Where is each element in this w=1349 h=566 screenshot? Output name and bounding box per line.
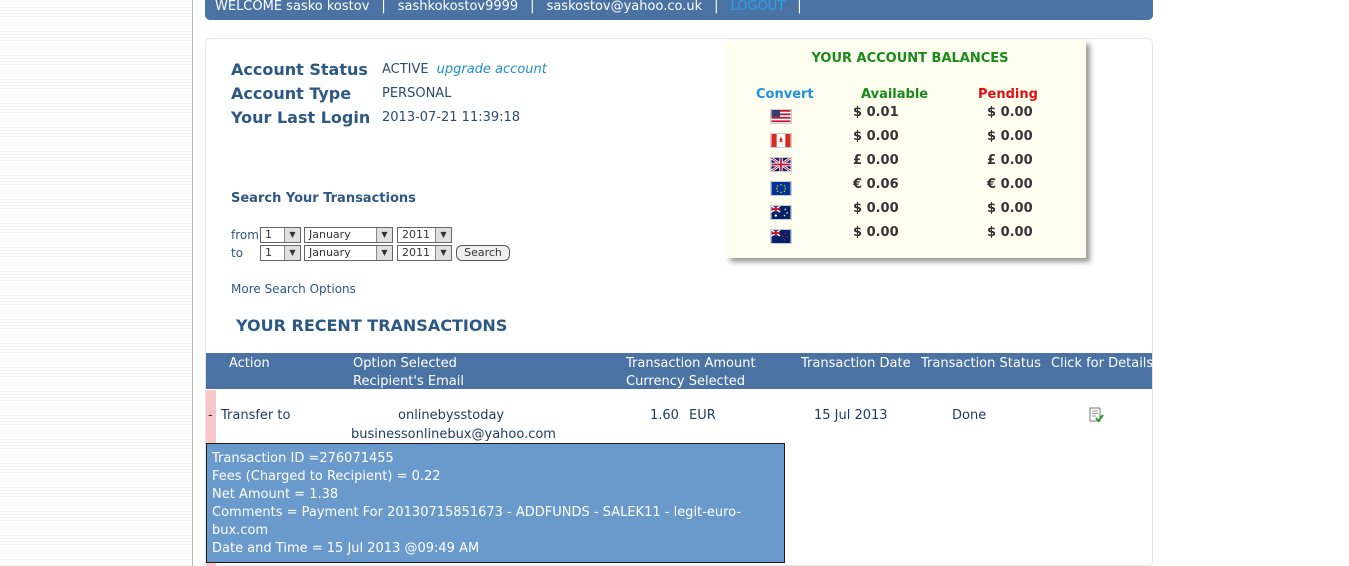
to-day-value: 1 — [265, 246, 272, 259]
email-text: saskostov@yahoo.co.uk — [546, 0, 703, 14]
account-status-text: ACTIVE — [382, 62, 429, 77]
to-day-select[interactable]: 1 ▼ — [260, 245, 301, 261]
balances-title: YOUR ACCOUNT BALANCES — [811, 51, 1009, 66]
last-login-label: Your Last Login — [231, 108, 371, 127]
eu-flag-icon[interactable] — [770, 181, 792, 196]
from-day-select[interactable]: 1 ▼ — [260, 227, 301, 243]
from-year-value: 2011 — [402, 228, 430, 241]
recent-transactions-title: YOUR RECENT TRANSACTIONS — [236, 316, 508, 335]
username-text: sashkokostov9999 — [397, 0, 519, 14]
more-search-options-link[interactable]: More Search Options — [231, 282, 356, 296]
from-label: from — [231, 228, 259, 242]
header-action: Action — [229, 356, 270, 371]
nav-separator: | — [714, 0, 719, 14]
pending-amount: $ 0.00 — [987, 225, 1033, 240]
detail-transaction-id: Transaction ID =276071455 — [212, 451, 394, 466]
to-year-value: 2011 — [402, 246, 430, 259]
chevron-down-icon: ▼ — [376, 228, 392, 242]
search-title: Search Your Transactions — [231, 191, 416, 206]
account-status-label: Account Status — [231, 60, 368, 79]
collapse-toggle[interactable]: - — [208, 408, 213, 423]
account-balances-box: YOUR ACCOUNT BALANCES Convert Available … — [726, 40, 1086, 258]
available-amount: £ 0.00 — [853, 153, 899, 168]
header-recipient: Recipient's Email — [353, 374, 464, 389]
row-option: onlinebysstoday — [398, 408, 505, 423]
convert-header[interactable]: Convert — [756, 87, 814, 102]
chevron-down-icon: ▼ — [435, 246, 451, 260]
australia-flag-icon[interactable] — [770, 205, 792, 220]
pending-header: Pending — [978, 87, 1038, 102]
transactions-table-header: Action Option Selected Recipient's Email… — [206, 353, 1154, 389]
document-check-icon[interactable] — [1089, 407, 1104, 423]
available-header: Available — [861, 87, 929, 102]
logout-link[interactable]: LOGOUT — [730, 0, 785, 13]
balance-row-nzd: $ 0.00 $ 0.00 — [726, 225, 1086, 245]
pending-amount: € 0.00 — [987, 177, 1033, 192]
header-currency: Currency Selected — [626, 374, 746, 389]
balance-row-eur: € 0.06 € 0.00 — [726, 177, 1086, 197]
search-button[interactable]: Search — [456, 245, 510, 261]
header-amount: Transaction Amount — [626, 356, 756, 371]
pending-amount: £ 0.00 — [987, 153, 1033, 168]
from-year-select[interactable]: 2011 ▼ — [397, 227, 452, 243]
header-date: Transaction Date — [801, 356, 911, 371]
nav-separator: | — [381, 0, 386, 14]
balance-row-gbp: £ 0.00 £ 0.00 — [726, 153, 1086, 173]
balance-row-aud: $ 0.00 $ 0.00 — [726, 201, 1086, 221]
uk-flag-icon[interactable] — [770, 157, 792, 172]
nav-separator: | — [530, 0, 535, 14]
us-flag-icon[interactable] — [770, 109, 792, 124]
from-month-select[interactable]: January ▼ — [304, 227, 393, 243]
balance-row-usd: $ 0.01 $ 0.00 — [726, 105, 1086, 125]
row-date: 15 Jul 2013 — [814, 408, 888, 423]
from-day-value: 1 — [265, 228, 272, 241]
transaction-details-panel: Transaction ID =276071455 Fees (Charged … — [206, 443, 785, 563]
detail-fees: Fees (Charged to Recipient) = 0.22 — [212, 469, 441, 484]
header-status: Transaction Status — [921, 356, 1041, 371]
pending-amount: $ 0.00 — [987, 129, 1033, 144]
upgrade-account-link[interactable]: upgrade account — [437, 62, 547, 77]
to-month-select[interactable]: January ▼ — [304, 245, 393, 261]
header-details: Click for Details — [1051, 356, 1154, 371]
row-amount: 1.60 — [650, 408, 679, 423]
chevron-down-icon: ▼ — [435, 228, 451, 242]
newzealand-flag-icon[interactable] — [770, 229, 792, 244]
table-row: - Transfer to onlinebysstoday businesson… — [206, 390, 1152, 566]
available-amount: $ 0.01 — [853, 105, 899, 120]
to-label: to — [231, 246, 244, 260]
detail-datetime: Date and Time = 15 Jul 2013 @09:49 AM — [212, 541, 480, 556]
pending-amount: $ 0.00 — [987, 201, 1033, 216]
balance-row-cad: $ 0.00 $ 0.00 — [726, 129, 1086, 149]
available-amount: € 0.06 — [853, 177, 899, 192]
canada-flag-icon[interactable] — [770, 133, 792, 148]
detail-comments: Comments = Payment For 20130715851673 - … — [212, 505, 742, 538]
detail-net-amount: Net Amount = 1.38 — [212, 487, 339, 502]
from-month-value: January — [309, 228, 351, 241]
to-month-value: January — [309, 246, 351, 259]
row-action: Transfer to — [221, 408, 291, 423]
available-amount: $ 0.00 — [853, 129, 899, 144]
account-status-value: ACTIVE upgrade account — [382, 62, 547, 77]
welcome-text: WELCOME sasko kostov — [215, 0, 370, 14]
chevron-down-icon: ▼ — [376, 246, 392, 260]
row-currency: EUR — [689, 408, 716, 423]
row-recipient: businessonlinebux@yahoo.com — [351, 427, 556, 442]
to-year-select[interactable]: 2011 ▼ — [397, 245, 452, 261]
last-login-value: 2013-07-21 11:39:18 — [382, 110, 521, 125]
available-amount: $ 0.00 — [853, 201, 899, 216]
row-status: Done — [952, 408, 987, 423]
header-option: Option Selected — [353, 356, 457, 371]
top-nav-bar: WELCOME sasko kostov | sashkokostov9999 | sa… — [205, 0, 1153, 20]
nav-separator: | — [797, 0, 802, 14]
chevron-down-icon: ▼ — [284, 228, 300, 242]
account-type-value: PERSONAL — [382, 86, 452, 101]
account-type-label: Account Type — [231, 84, 352, 103]
pending-amount: $ 0.00 — [987, 105, 1033, 120]
chevron-down-icon: ▼ — [284, 246, 300, 260]
available-amount: $ 0.00 — [853, 225, 899, 240]
